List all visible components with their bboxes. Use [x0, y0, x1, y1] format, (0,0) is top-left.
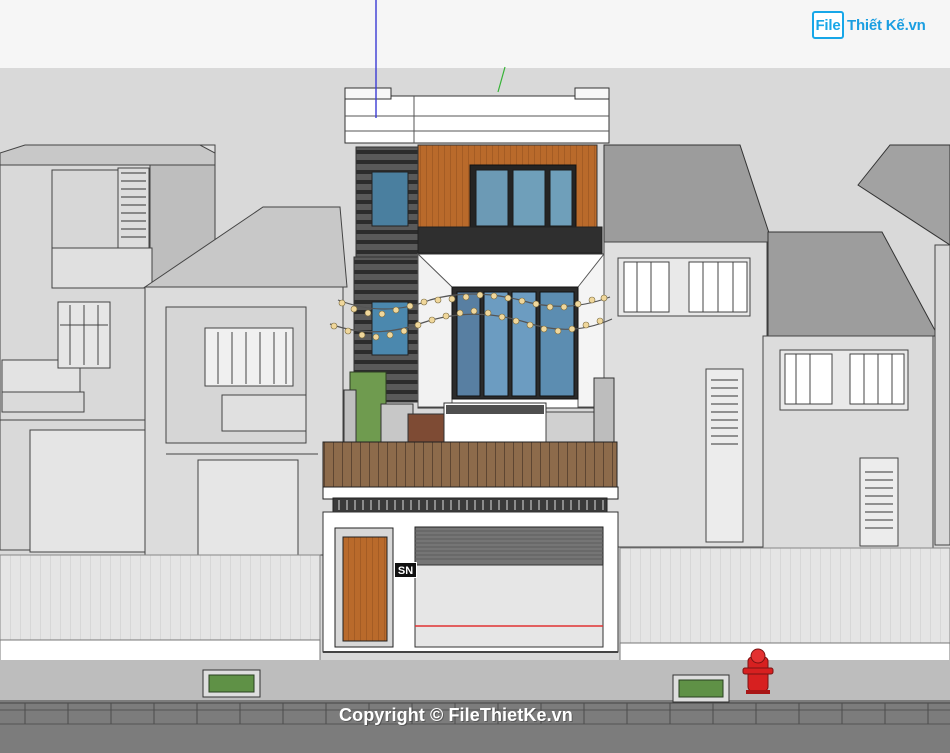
logo-site-name: Thiết Kế.vn [847, 16, 926, 34]
copyright-watermark: Copyright © FileThietKe.vn [339, 705, 573, 725]
background-buildings-right [603, 144, 950, 549]
house-model-scene [0, 0, 950, 753]
logo-file-mark: File [812, 11, 844, 39]
site-logo: File Thiết Kế.vn [812, 11, 926, 39]
house-number-sign: SN [394, 562, 417, 578]
main-house [322, 87, 619, 653]
model-viewport[interactable]: File Thiết Kế.vn SN Copyright © FileThie… [0, 0, 950, 753]
